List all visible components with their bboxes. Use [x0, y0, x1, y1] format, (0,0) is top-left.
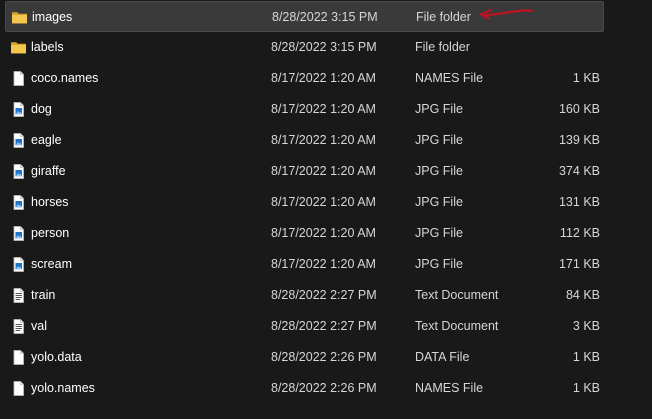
file-type: JPG File: [415, 164, 463, 178]
blank-file-icon: [10, 350, 27, 365]
file-name: yolo.names: [31, 381, 95, 395]
file-name: dog: [31, 102, 52, 116]
file-name: person: [31, 226, 70, 240]
file-row[interactable]: yolo.data 8/28/2022 2:26 PM DATA File 1 KB: [5, 342, 604, 373]
file-row[interactable]: labels 8/28/2022 3:15 PM File folder: [5, 32, 604, 63]
file-date-modified: 8/17/2022 1:20 AM: [271, 164, 376, 178]
image-file-icon: [10, 226, 27, 241]
file-type: JPG File: [415, 257, 463, 271]
file-row[interactable]: giraffe 8/17/2022 1:20 AM JPG File 374 KB: [5, 156, 604, 187]
image-file-icon: [10, 133, 27, 148]
file-name: horses: [31, 195, 69, 209]
image-file-icon: [10, 257, 27, 272]
file-row[interactable]: horses 8/17/2022 1:20 AM JPG File 131 KB: [5, 187, 604, 218]
file-size: 171 KB: [558, 257, 600, 271]
text-file-icon: [10, 288, 27, 303]
file-date-modified: 8/17/2022 1:20 AM: [271, 71, 376, 85]
folder-icon: [10, 40, 27, 55]
file-size: 1 KB: [572, 71, 600, 85]
file-name: labels: [31, 40, 64, 54]
file-size: 1 KB: [572, 381, 600, 395]
file-type: File folder: [416, 10, 471, 24]
file-date-modified: 8/28/2022 2:26 PM: [271, 381, 377, 395]
file-type: Text Document: [415, 319, 499, 333]
file-date-modified: 8/17/2022 1:20 AM: [271, 226, 376, 240]
file-row[interactable]: eagle 8/17/2022 1:20 AM JPG File 139 KB: [5, 125, 604, 156]
image-file-icon: [10, 195, 27, 210]
file-row[interactable]: val 8/28/2022 2:27 PM Text Document 3 KB: [5, 311, 604, 342]
file-date-modified: 8/28/2022 2:27 PM: [271, 288, 377, 302]
file-date-modified: 8/28/2022 3:15 PM: [271, 40, 377, 54]
file-date-modified: 8/17/2022 1:20 AM: [271, 195, 376, 209]
file-size: 160 KB: [558, 102, 600, 116]
file-date-modified: 8/28/2022 3:15 PM: [272, 10, 378, 24]
file-type: JPG File: [415, 195, 463, 209]
file-explorer-window: images 8/28/2022 3:15 PM File folder labels…: [0, 0, 652, 419]
file-row[interactable]: dog 8/17/2022 1:20 AM JPG File 160 KB: [5, 94, 604, 125]
blank-file-icon: [10, 71, 27, 86]
file-type: File folder: [415, 40, 470, 54]
file-name: val: [31, 319, 47, 333]
file-size: 131 KB: [558, 195, 600, 209]
file-name: eagle: [31, 133, 62, 147]
image-file-icon: [10, 102, 27, 117]
file-type: JPG File: [415, 133, 463, 147]
image-file-icon: [10, 164, 27, 179]
file-size: 374 KB: [558, 164, 600, 178]
file-date-modified: 8/28/2022 2:26 PM: [271, 350, 377, 364]
file-type: DATA File: [415, 350, 470, 364]
file-date-modified: 8/17/2022 1:20 AM: [271, 133, 376, 147]
file-type: NAMES File: [415, 71, 484, 85]
file-row[interactable]: yolo.names 8/28/2022 2:26 PM NAMES File 1 K…: [5, 373, 604, 404]
file-date-modified: 8/17/2022 1:20 AM: [271, 102, 376, 116]
file-date-modified: 8/17/2022 1:20 AM: [271, 257, 376, 271]
file-name: train: [31, 288, 56, 302]
file-size: 112 KB: [559, 226, 600, 240]
file-size: 84 KB: [565, 288, 600, 302]
file-name: yolo.data: [31, 350, 82, 364]
blank-file-icon: [10, 381, 27, 396]
file-type: Text Document: [415, 288, 499, 302]
file-type: JPG File: [415, 102, 463, 116]
file-row[interactable]: train 8/28/2022 2:27 PM Text Document 84 KB: [5, 280, 604, 311]
file-row[interactable]: person 8/17/2022 1:20 AM JPG File 112 KB: [5, 218, 604, 249]
folder-icon: [11, 10, 28, 25]
file-size: 139 KB: [558, 133, 600, 147]
file-name: coco.names: [31, 71, 99, 85]
file-size: 1 KB: [572, 350, 600, 364]
file-type: JPG File: [415, 226, 463, 240]
file-name: giraffe: [31, 164, 66, 178]
file-name: scream: [31, 257, 72, 271]
file-size: 3 KB: [572, 319, 600, 333]
file-date-modified: 8/28/2022 2:27 PM: [271, 319, 377, 333]
file-row[interactable]: scream 8/17/2022 1:20 AM JPG File 171 KB: [5, 249, 604, 280]
arrow-annotation-icon: [479, 8, 534, 20]
file-type: NAMES File: [415, 381, 484, 395]
file-name: images: [32, 10, 73, 24]
file-list: images 8/28/2022 3:15 PM File folder labels…: [0, 1, 652, 404]
text-file-icon: [10, 319, 27, 334]
file-row[interactable]: coco.names 8/17/2022 1:20 AM NAMES File 1 K…: [5, 63, 604, 94]
